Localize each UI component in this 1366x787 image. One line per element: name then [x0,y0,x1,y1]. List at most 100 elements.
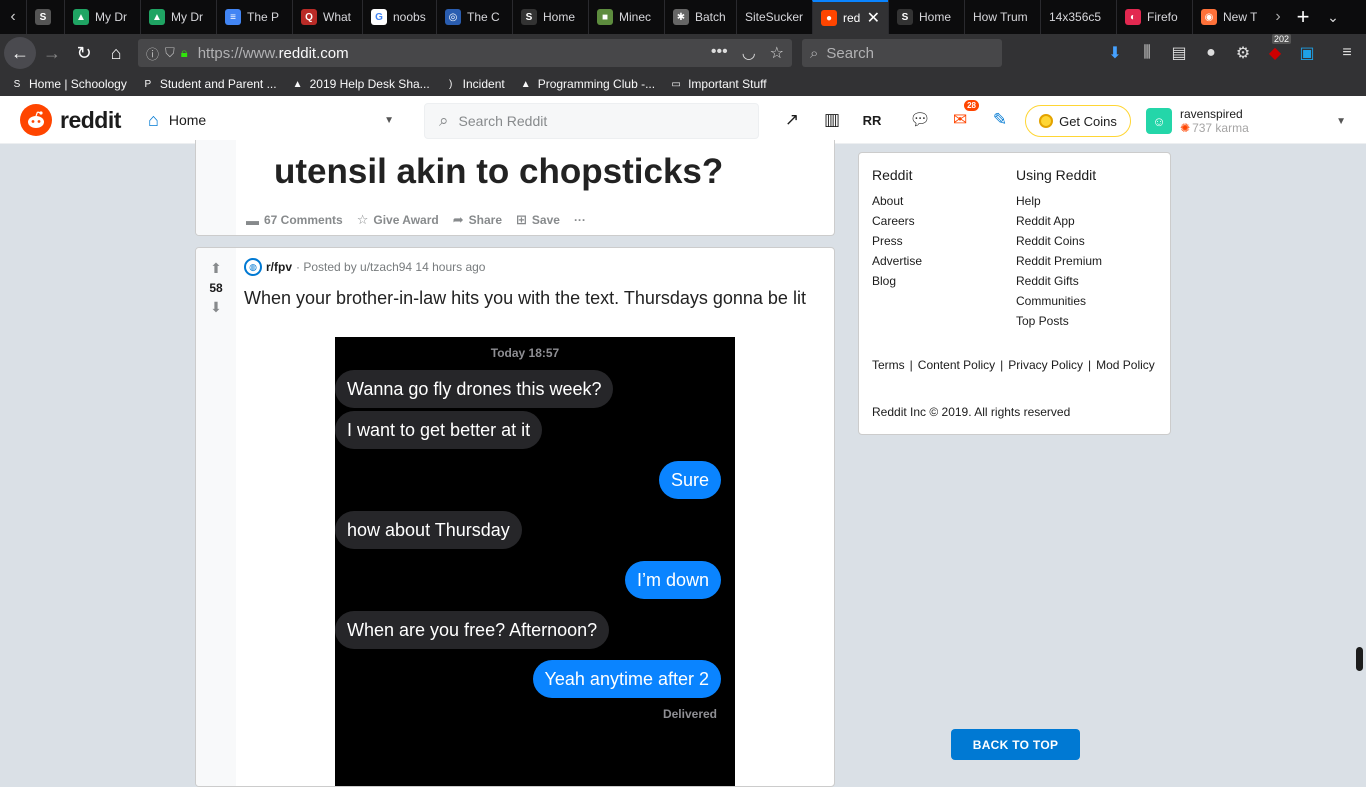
footer-link[interactable]: Advertise [872,253,922,269]
page-actions-icon[interactable]: ••• [711,43,728,63]
footer-link[interactable]: Communities [1016,293,1102,309]
user-dropdown[interactable]: ☺ ravenspired ✺ 737 karma ▼ [1146,104,1346,138]
subreddit-icon[interactable]: ◍ [244,258,262,276]
tab-favicon-icon: S [897,9,913,25]
account-icon[interactable]: ● [1200,42,1222,64]
legal-link[interactable]: Terms [872,358,905,372]
legal-link[interactable]: Content Policy [918,358,995,372]
browser-tab[interactable]: S Home [512,0,588,34]
info-icon[interactable]: ⓘ [146,44,159,63]
extension-blue-icon[interactable]: ▣ [1296,42,1318,64]
footer-link[interactable]: About [872,193,922,209]
footer-link[interactable]: Press [872,233,922,249]
reload-button[interactable]: ↻ [68,37,100,69]
subreddit-link[interactable]: r/fpv [266,260,292,274]
reddit-search-input[interactable]: ⌕ Search Reddit [424,103,759,139]
legal-links: Terms | Content Policy | Privacy Policy | Mod … [872,355,1162,375]
browser-tab[interactable]: ▲ My Dr [64,0,140,34]
legal-link[interactable]: Privacy Policy [1008,358,1083,372]
post-image[interactable]: Today 18:57 Wanna go fly drones this wee… [335,337,735,786]
bookmark-favicon-icon: ▲ [292,78,303,90]
popular-icon[interactable]: ↗ [780,108,804,132]
reddit-logo[interactable]: reddit [20,104,121,136]
more-options-button[interactable]: ··· [574,213,586,227]
browser-search-input[interactable]: ⌕ Search [802,39,1002,67]
post-card[interactable]: utensil akin to chopsticks? ▬ 67 Comments… [195,140,835,236]
upvote-icon[interactable]: ⬆ [210,260,222,277]
footer-link[interactable]: Reddit Premium [1016,253,1102,269]
bookmark-star-icon[interactable]: ☆ [770,43,784,63]
browser-tab[interactable]: Se P [26,0,64,34]
home-icon: ⌂ [148,109,159,130]
post-card[interactable]: ⬆ 58 ⬇ ◍ r/fpv · Posted by u/tzach94 14 … [195,247,835,787]
tabs-scroll-left-icon[interactable]: ‹ [0,0,26,34]
bookmark-item[interactable]: ▲ 2019 Help Desk Sha... [291,77,430,91]
bookmark-item[interactable]: ) Incident [444,77,505,91]
bookmark-item[interactable]: ▲ Programming Club -... [519,77,655,91]
back-to-top-button[interactable]: BACK TO TOP [951,729,1080,760]
browser-tab[interactable]: ◉ New T [1192,0,1268,34]
home-button[interactable]: ⌂ [100,37,132,69]
comments-button[interactable]: ▬ 67 Comments [246,213,343,228]
lock-icon[interactable]: 🔒︎ [181,45,188,61]
browser-tab[interactable]: ■ Minec [588,0,664,34]
give-award-label: Give Award [373,213,439,227]
browser-tab[interactable]: ● red ✕ [812,0,888,34]
browser-tab[interactable]: ◎ The C [436,0,512,34]
browser-tab[interactable]: 14x356c5 [1040,0,1116,34]
downloads-icon[interactable]: ⬇ [1104,42,1126,64]
browser-tab[interactable]: ✱ Batch [664,0,736,34]
browser-tab[interactable]: ◐ Firefo [1116,0,1192,34]
library-icon[interactable]: ⫼ [1136,42,1158,64]
home-dropdown[interactable]: ⌂ Home ▼ [148,104,394,136]
footer-link[interactable]: Reddit Gifts [1016,273,1102,289]
tab-list-menu-icon[interactable]: ⌄ [1318,0,1348,34]
legal-link[interactable]: Mod Policy [1096,358,1155,372]
forward-button[interactable]: → [36,37,68,69]
bookmark-item[interactable]: S Home | Schoology [10,77,127,91]
community-directory-icon[interactable]: RR [860,108,884,132]
sidebar-icon[interactable]: ▤ [1168,42,1190,64]
give-award-button[interactable]: ☆ Give Award [357,212,439,228]
get-coins-button[interactable]: Get Coins [1025,105,1131,137]
footer-link[interactable]: Careers [872,213,922,229]
ublock-icon[interactable]: ◆ 202 [1264,34,1292,64]
scrollbar-thumb[interactable] [1356,647,1363,671]
browser-tab[interactable]: Q What [292,0,362,34]
chat-icon[interactable]: 💬︎ [908,108,932,132]
browser-tab[interactable]: How Trum [964,0,1040,34]
footer-link[interactable]: Top Posts [1016,313,1102,329]
share-button[interactable]: ➦ Share [453,212,502,228]
footer-link[interactable]: Reddit App [1016,213,1102,229]
tabs-scroll-right-icon[interactable]: › [1268,0,1288,34]
new-tab-button[interactable]: + [1288,0,1318,34]
close-tab-icon[interactable]: ✕ [867,8,880,28]
tab-favicon-icon: ▲ [73,9,89,25]
bookmark-item[interactable]: P Student and Parent ... [141,77,277,91]
back-button[interactable]: ← [4,37,36,69]
bookmark-favicon-icon: ) [449,78,453,90]
tab-label: 14x356c5 [1049,10,1102,24]
menu-icon[interactable]: ≡ [1336,42,1358,64]
footer-link[interactable]: Help [1016,193,1102,209]
url-bar[interactable]: ⓘ ⛉ 🔒︎ https://www. reddit.com ••• ◡ ☆ [138,39,792,67]
footer-link[interactable]: Reddit Coins [1016,233,1102,249]
footer-link[interactable]: Blog [872,273,922,289]
browser-tab[interactable]: Gnoobs [362,0,436,34]
pocket-icon[interactable]: ◡ [742,43,756,63]
bookmark-item[interactable]: ▭ Important Stuff [669,77,766,91]
create-post-icon[interactable]: ✎ [988,108,1012,132]
browser-tab[interactable]: ≡ The P [216,0,292,34]
save-button[interactable]: ⊞ Save [516,212,560,228]
mail-icon[interactable]: ✉ 28 [948,99,980,132]
browser-tab[interactable]: SiteSucker [736,0,812,34]
copyright: Reddit Inc © 2019. All rights reserved [872,405,1071,419]
post-title[interactable]: When your brother-in-law hits you with t… [244,287,824,309]
post-title[interactable]: utensil akin to chopsticks? [274,152,723,192]
tracking-shield-icon[interactable]: ⛉ [165,45,175,61]
leaderboard-icon[interactable]: ▥ [820,108,844,132]
downvote-icon[interactable]: ⬇ [210,299,222,316]
browser-tab[interactable]: ▲ My Dr [140,0,216,34]
browser-tab[interactable]: S Home [888,0,964,34]
extension-icon[interactable]: ⚙ [1232,42,1254,64]
